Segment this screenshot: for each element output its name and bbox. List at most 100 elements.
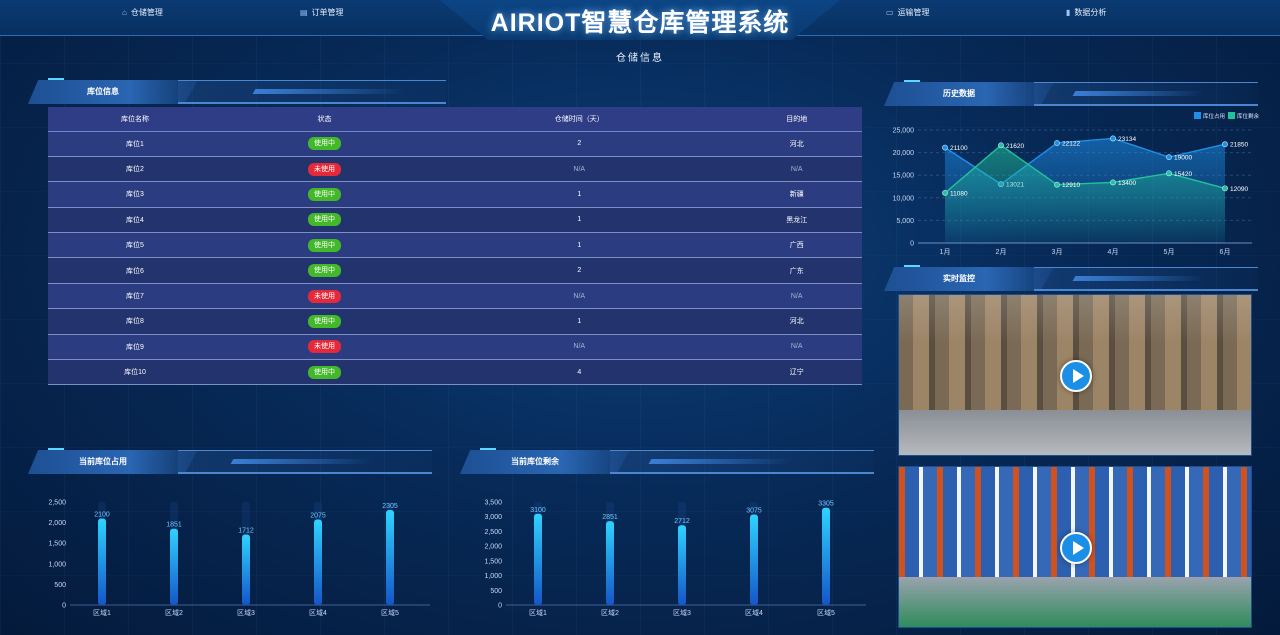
y-tick-label: 10,000: [893, 195, 915, 202]
bar-value-label: 2712: [674, 518, 690, 525]
header-accent: [904, 80, 920, 82]
nav-label: 运输管理: [897, 7, 930, 17]
data-point[interactable]: [1054, 181, 1060, 188]
y-tick-label: 5,000: [896, 218, 914, 225]
table-row[interactable]: 库位4 使用中 1 黑龙江: [48, 207, 862, 234]
cell-name: 库位5: [48, 232, 222, 259]
table-row[interactable]: 库位8 使用中 1 河北: [48, 308, 862, 335]
play-icon[interactable]: [1060, 360, 1092, 392]
table-row[interactable]: 库位5 使用中 1 广西: [48, 232, 862, 259]
cell-destination: 新疆: [731, 181, 862, 208]
nav-order-management[interactable]: ▤ 订单管理: [300, 0, 344, 24]
column-header-days: 仓储时间（天）: [427, 107, 732, 132]
cell-destination: N/A: [731, 334, 862, 361]
cell-status: 使用中: [221, 207, 428, 234]
cell-days: 2: [427, 131, 732, 157]
bar[interactable]: [386, 510, 394, 605]
table-row[interactable]: 库位10 使用中 4 辽宁: [48, 359, 862, 386]
bar-value-label: 2305: [382, 503, 398, 510]
data-point[interactable]: [1222, 141, 1228, 148]
data-label: 21620: [1006, 143, 1024, 150]
bar[interactable]: [534, 513, 542, 605]
legend-label: 库位剩余: [1237, 112, 1260, 120]
y-tick-label: 500: [54, 582, 66, 589]
bar-value-label: 1712: [238, 527, 254, 534]
cell-name: 库位6: [48, 257, 222, 284]
cell-status: 未使用: [221, 156, 428, 183]
data-point[interactable]: [942, 190, 948, 196]
data-point[interactable]: [1166, 170, 1172, 177]
bar[interactable]: [606, 521, 614, 605]
cell-name: 库位10: [48, 359, 222, 386]
table-row[interactable]: 库位2 未使用 N/A N/A: [48, 156, 862, 183]
cell-status: 使用中: [221, 257, 428, 284]
data-point[interactable]: [942, 144, 948, 151]
table-row[interactable]: 库位9 未使用 N/A N/A: [48, 334, 862, 361]
y-tick-label: 2,000: [48, 520, 66, 527]
cell-days: 1: [427, 207, 732, 234]
cell-name: 库位2: [48, 156, 222, 183]
table-body: 库位1 使用中 2 河北 库位2 未使用 N/A N/A 库位3 使用中 1 新疆 库位4 使用中 1 黑龙江…: [48, 131, 862, 386]
table-row[interactable]: 库位6 使用中 2 广东: [48, 257, 862, 284]
play-icon[interactable]: [1060, 532, 1092, 564]
table-row[interactable]: 库位7 未使用 N/A N/A: [48, 283, 862, 310]
data-label: 12910: [1062, 182, 1080, 189]
bar[interactable]: [822, 507, 830, 605]
cell-status: 使用中: [221, 232, 428, 259]
section-decoration: [1072, 91, 1206, 96]
x-tick-label: 区域5: [381, 608, 399, 617]
y-tick-label: 2,500: [484, 529, 502, 536]
legend-swatch: [1194, 112, 1201, 119]
top-header: AIRIOT智慧仓库管理系统 ⌂ 仓储管理 ▤ 订单管理 ▭ 运输管理 ▮ 数据…: [0, 0, 1280, 44]
warehouse-camera-feed-2[interactable]: [898, 466, 1252, 628]
bar[interactable]: [314, 519, 322, 605]
section-header-storage-info: 库位信息: [28, 78, 446, 106]
status-badge: 使用中: [308, 137, 341, 151]
x-tick-label: 5月: [1164, 248, 1175, 256]
x-tick-label: 2月: [996, 248, 1007, 256]
nav-storage-management[interactable]: ⌂ 仓储管理: [122, 0, 163, 24]
section-title: 实时监控: [943, 274, 975, 283]
status-badge: 使用中: [308, 187, 341, 201]
bar[interactable]: [170, 528, 178, 605]
status-badge: 使用中: [308, 238, 341, 252]
table-row[interactable]: 库位3 使用中 1 新疆: [48, 181, 862, 208]
nav-transport-management[interactable]: ▭ 运输管理: [886, 0, 930, 24]
bar[interactable]: [678, 525, 686, 605]
nav-label: 仓储管理: [130, 7, 163, 17]
cell-days: 1: [427, 308, 732, 335]
cell-days: 2: [427, 257, 732, 284]
header-accent: [480, 448, 496, 450]
table-row[interactable]: 库位1 使用中 2 河北: [48, 131, 862, 157]
cell-destination: 黑龙江: [731, 207, 862, 234]
warehouse-camera-feed-1[interactable]: [898, 294, 1252, 456]
data-label: 19000: [1174, 155, 1192, 162]
bar[interactable]: [242, 534, 250, 605]
data-label: 23134: [1118, 136, 1136, 143]
bar[interactable]: [750, 514, 758, 605]
data-point[interactable]: [1054, 140, 1060, 146]
nav-data-analysis[interactable]: ▮ 数据分析: [1066, 0, 1106, 24]
data-label: 15420: [1174, 171, 1192, 178]
data-point[interactable]: [1222, 185, 1228, 192]
cell-days: N/A: [427, 334, 732, 361]
cell-status: 使用中: [221, 308, 428, 335]
y-tick-label: 0: [910, 241, 914, 248]
data-point[interactable]: [998, 142, 1004, 149]
occupancy-bar-chart: 0 500 1,000 1,500 2,000 2,500 2100 区域1 1851 区域2 17…: [48, 500, 430, 617]
data-point[interactable]: [1166, 154, 1172, 161]
data-label: 21100: [950, 145, 968, 152]
bar[interactable]: [98, 518, 106, 605]
cell-destination: N/A: [731, 283, 862, 310]
bar-value-label: 2851: [602, 514, 618, 521]
data-point[interactable]: [1110, 179, 1116, 186]
data-point[interactable]: [1110, 135, 1116, 142]
status-badge: 未使用: [308, 162, 341, 176]
data-label: 11080: [950, 190, 968, 197]
x-tick-label: 区域1: [529, 608, 547, 617]
y-tick-label: 3,000: [484, 514, 502, 521]
cell-name: 库位4: [48, 207, 222, 234]
y-tick-label: 0: [498, 603, 502, 610]
data-label: 22122: [1062, 141, 1080, 148]
bar-value-label: 2075: [310, 513, 326, 520]
